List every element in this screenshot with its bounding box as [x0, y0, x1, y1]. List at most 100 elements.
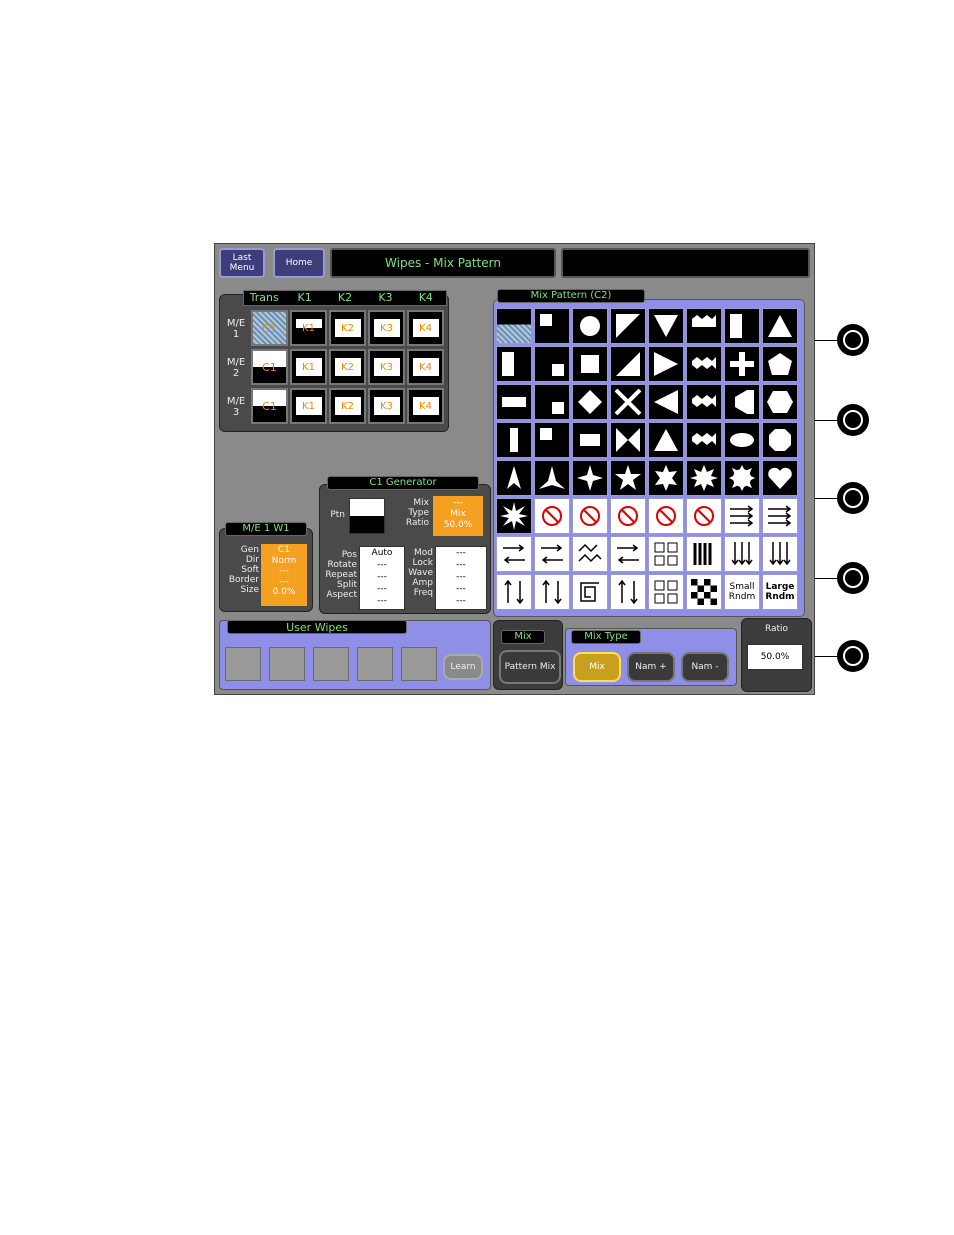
user-wipe-slot-1[interactable]	[225, 647, 261, 681]
mix-values[interactable]: --- Mix 50.0%	[433, 496, 483, 536]
user-wipe-slot-3[interactable]	[313, 647, 349, 681]
pattern-cell[interactable]	[572, 460, 608, 496]
pattern-cell[interactable]	[610, 574, 646, 610]
knob-3-icon[interactable]	[837, 482, 869, 514]
key-cell[interactable]: K3	[368, 388, 405, 424]
trans-cell[interactable]: C1	[251, 388, 288, 424]
pattern-cell[interactable]	[610, 536, 646, 572]
pattern-cell[interactable]	[610, 422, 646, 458]
pattern-cell[interactable]	[686, 498, 722, 534]
user-wipe-slot-5[interactable]	[401, 647, 437, 681]
pattern-cell[interactable]	[496, 384, 532, 420]
pattern-cell[interactable]	[724, 498, 760, 534]
pattern-cell[interactable]	[648, 536, 684, 572]
pattern-cell[interactable]	[534, 498, 570, 534]
pattern-cell[interactable]	[724, 422, 760, 458]
user-wipe-slot-2[interactable]	[269, 647, 305, 681]
pattern-cell[interactable]	[610, 308, 646, 344]
pattern-cell[interactable]	[534, 384, 570, 420]
pattern-cell[interactable]	[686, 536, 722, 572]
nam-minus-button[interactable]: Nam -	[681, 652, 729, 682]
pattern-cell[interactable]	[762, 308, 798, 344]
pattern-cell[interactable]	[572, 498, 608, 534]
pattern-cell[interactable]	[496, 498, 532, 534]
ratio-value[interactable]: 50.0%	[747, 644, 803, 670]
last-menu-button[interactable]: Last Menu	[219, 248, 265, 278]
me1w1-values[interactable]: C1 Norm --- --- 0.0%	[261, 544, 307, 606]
mod-values[interactable]: --- --- --- --- ---	[435, 546, 487, 610]
pattern-cell[interactable]	[762, 384, 798, 420]
pattern-cell[interactable]	[648, 574, 684, 610]
pattern-cell[interactable]	[496, 308, 532, 344]
knob-1-icon[interactable]	[837, 324, 869, 356]
pattern-cell[interactable]	[648, 422, 684, 458]
key-cell[interactable]: K3	[368, 349, 405, 385]
pattern-cell[interactable]	[534, 460, 570, 496]
knob-2-icon[interactable]	[837, 404, 869, 436]
pattern-cell[interactable]	[534, 574, 570, 610]
pattern-cell[interactable]	[724, 346, 760, 382]
trans-cell[interactable]: C1	[251, 349, 288, 385]
pattern-cell[interactable]	[686, 574, 722, 610]
pattern-cell[interactable]	[534, 422, 570, 458]
pattern-cell[interactable]	[496, 422, 532, 458]
pattern-cell[interactable]	[572, 384, 608, 420]
home-button[interactable]: Home	[273, 248, 325, 278]
pattern-cell[interactable]	[762, 536, 798, 572]
pattern-cell[interactable]	[686, 308, 722, 344]
mix-type-mix-button[interactable]: Mix	[573, 652, 621, 682]
pattern-cell[interactable]	[534, 346, 570, 382]
pattern-cell[interactable]	[496, 460, 532, 496]
pattern-cell[interactable]	[686, 346, 722, 382]
pattern-cell[interactable]	[724, 384, 760, 420]
pattern-cell[interactable]: Large Rndm	[762, 574, 798, 610]
pattern-cell[interactable]	[762, 346, 798, 382]
pattern-cell[interactable]	[572, 346, 608, 382]
key-cell[interactable]: K2	[329, 388, 366, 424]
pattern-cell[interactable]	[610, 384, 646, 420]
pattern-cell[interactable]	[610, 460, 646, 496]
pattern-cell[interactable]	[648, 308, 684, 344]
key-cell[interactable]: K4	[407, 310, 444, 346]
pattern-cell[interactable]	[686, 384, 722, 420]
pattern-cell[interactable]	[648, 460, 684, 496]
key-cell[interactable]: K1	[290, 388, 327, 424]
pos-values[interactable]: Auto --- --- --- ---	[359, 546, 405, 610]
pattern-cell[interactable]	[724, 308, 760, 344]
pattern-cell[interactable]	[496, 346, 532, 382]
pattern-cell[interactable]	[686, 422, 722, 458]
key-cell[interactable]: K2	[329, 349, 366, 385]
pattern-cell[interactable]	[648, 384, 684, 420]
pattern-cell[interactable]	[648, 498, 684, 534]
pattern-cell[interactable]	[496, 536, 532, 572]
pattern-cell[interactable]	[724, 536, 760, 572]
pattern-cell[interactable]	[534, 308, 570, 344]
pattern-cell[interactable]	[572, 574, 608, 610]
pattern-cell[interactable]	[572, 308, 608, 344]
learn-button[interactable]: Learn	[443, 654, 483, 680]
pattern-cell[interactable]	[534, 536, 570, 572]
key-cell[interactable]: K1	[290, 349, 327, 385]
pattern-cell[interactable]	[762, 498, 798, 534]
pattern-cell[interactable]	[724, 460, 760, 496]
pattern-cell[interactable]	[686, 460, 722, 496]
trans-cell[interactable]: C1	[251, 310, 288, 346]
pattern-cell[interactable]	[496, 574, 532, 610]
user-wipe-slot-4[interactable]	[357, 647, 393, 681]
pattern-cell[interactable]	[572, 536, 608, 572]
pattern-cell[interactable]	[610, 498, 646, 534]
nam-plus-button[interactable]: Nam +	[627, 652, 675, 682]
pattern-cell[interactable]	[762, 460, 798, 496]
ptn-preview[interactable]	[349, 498, 385, 534]
key-cell[interactable]: K1	[290, 310, 327, 346]
pattern-cell[interactable]	[572, 422, 608, 458]
pattern-cell[interactable]	[610, 346, 646, 382]
key-cell[interactable]: K4	[407, 388, 444, 424]
knob-4-icon[interactable]	[837, 562, 869, 594]
pattern-mix-button[interactable]: Pattern Mix	[499, 650, 561, 684]
pattern-cell[interactable]: Small Rndm	[724, 574, 760, 610]
pattern-cell[interactable]	[762, 422, 798, 458]
knob-5-icon[interactable]	[837, 640, 869, 672]
key-cell[interactable]: K3	[368, 310, 405, 346]
key-cell[interactable]: K4	[407, 349, 444, 385]
